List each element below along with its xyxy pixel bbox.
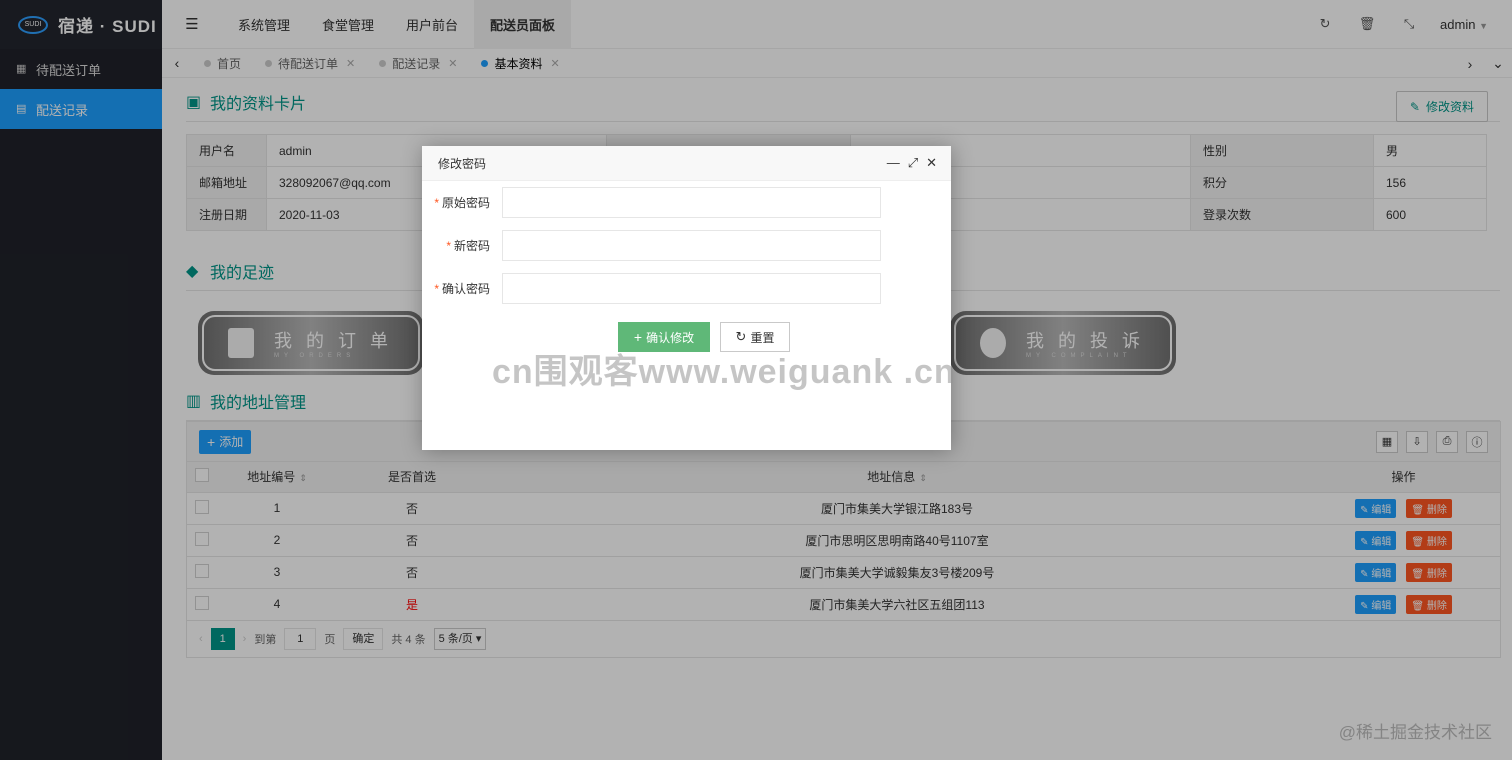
change-password-dialog: 修改密码 — ⤢ ✕ * 原始密码 * 新密码 * 确认密码 + 确认修改 ↻ 重置	[422, 146, 951, 450]
field-label: * 确认密码	[422, 280, 502, 297]
field-label-text: 原始密码	[441, 196, 490, 210]
dialog-title: 修改密码	[438, 156, 487, 171]
close-icon[interactable]: ✕	[926, 155, 937, 171]
required-mark: *	[434, 282, 439, 296]
required-mark: *	[434, 196, 439, 210]
refresh-icon: ↻	[735, 329, 747, 344]
field-label-text: 新密码	[453, 239, 490, 253]
dialog-controls: — ⤢ ✕	[887, 155, 951, 171]
old-password-input[interactable]	[502, 187, 881, 218]
field-label-text: 确认密码	[441, 282, 490, 296]
credit-watermark: @稀土掘金技术社区	[1338, 723, 1492, 742]
form-row-old-password: * 原始密码	[422, 181, 951, 224]
reset-label: 重置	[750, 330, 775, 345]
watermark: cn围观客www.weiguank .cn	[492, 353, 956, 391]
minimize-icon[interactable]: —	[887, 155, 900, 171]
field-label: * 新密码	[422, 237, 502, 254]
field-label: * 原始密码	[422, 194, 502, 211]
plus-icon: +	[633, 329, 643, 345]
new-password-input[interactable]	[502, 230, 881, 261]
dialog-header: 修改密码 — ⤢ ✕	[422, 146, 951, 181]
confirm-password-input[interactable]	[502, 273, 881, 304]
required-mark: *	[446, 239, 451, 253]
maximize-icon[interactable]: ⤢	[908, 155, 918, 171]
form-row-new-password: * 新密码	[422, 224, 951, 267]
confirm-label: 确认修改	[646, 330, 695, 345]
form-row-confirm-password: * 确认密码	[422, 267, 951, 310]
